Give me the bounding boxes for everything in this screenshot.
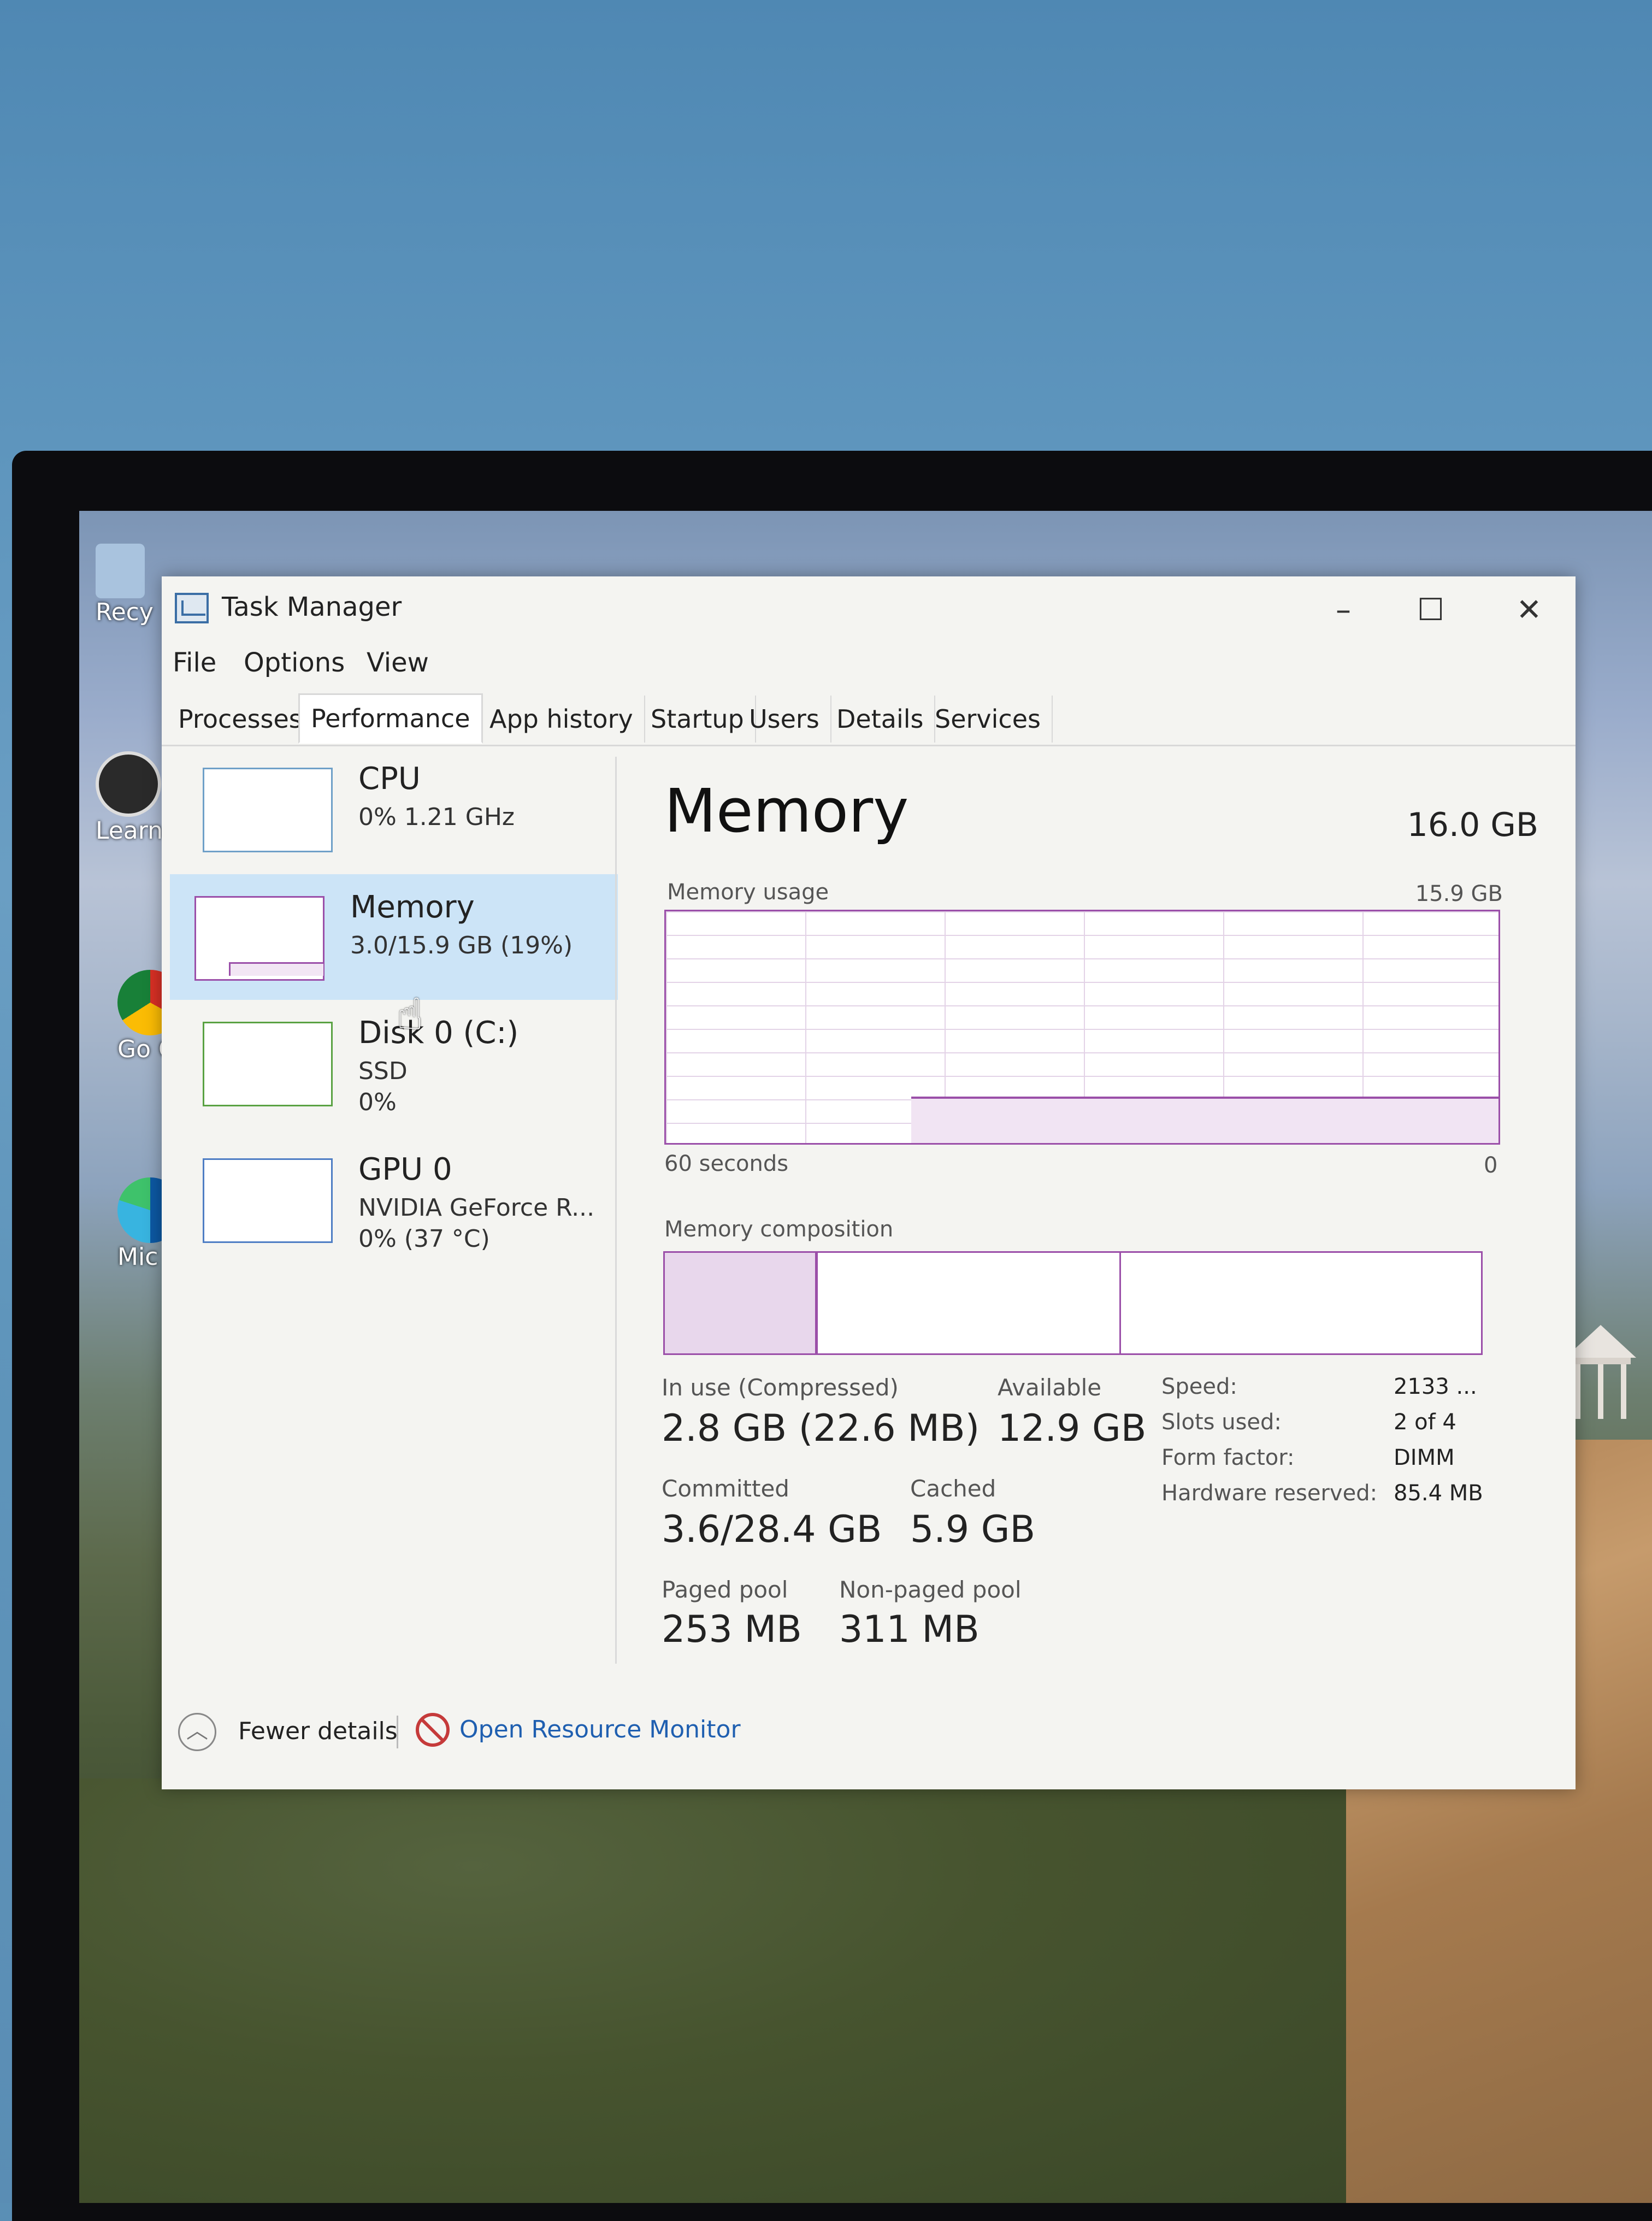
form-factor-value: DIMM	[1394, 1445, 1455, 1470]
resource-monitor-icon[interactable]	[416, 1713, 450, 1747]
menu-bar: File Options View	[162, 642, 1576, 686]
paged-pool-value: 253 MB	[662, 1608, 802, 1651]
task-manager-window: Task Manager – ☐ ✕ File Options View Pro…	[162, 576, 1576, 1789]
disk-thumbnail-graph	[203, 1022, 333, 1106]
tab-performance[interactable]: Performance	[298, 693, 483, 744]
available-value: 12.9 GB	[998, 1407, 1147, 1450]
memory-thumbnail-graph	[194, 896, 324, 981]
tab-bar: Processes Performance App history Startu…	[162, 693, 1576, 746]
performance-sidebar: CPU 0% 1.21 GHz Memory 3.0/15.9 GB (19%)…	[162, 746, 618, 1675]
tab-services[interactable]: Services	[924, 696, 1053, 743]
tab-users[interactable]: Users	[738, 696, 831, 743]
gpu-model: NVIDIA GeForce R...	[358, 1194, 595, 1222]
memory-detail-panel: Memory 16.0 GB Memory usage 15.9 GB 60 s…	[648, 746, 1566, 1675]
gpu-usage: 0% (37 °C)	[358, 1225, 490, 1253]
disk-label: Disk 0 (C:)	[358, 1015, 519, 1051]
sidebar-item-memory[interactable]: Memory 3.0/15.9 GB (19%)	[170, 874, 618, 1000]
wallpaper-hills	[79, 1778, 1390, 2203]
hardware-reserved-value: 85.4 MB	[1394, 1481, 1483, 1506]
speed-value: 2133 ...	[1394, 1374, 1477, 1399]
sidebar-item-cpu[interactable]: CPU 0% 1.21 GHz	[178, 746, 621, 871]
desktop-icon-recycle-bin[interactable]: Recy	[96, 544, 154, 626]
memory-usage: 3.0/15.9 GB (19%)	[350, 932, 573, 959]
committed-label: Committed	[662, 1475, 789, 1502]
minimize-button[interactable]: –	[1313, 588, 1373, 632]
composition-in-use	[665, 1253, 818, 1353]
composition-cached	[826, 1253, 1121, 1353]
fewer-details-button[interactable]: Fewer details	[238, 1717, 398, 1745]
menu-options[interactable]: Options	[244, 647, 345, 678]
disk-type: SSD	[358, 1057, 408, 1085]
sidebar-item-gpu[interactable]: GPU 0 NVIDIA GeForce R... 0% (37 °C)	[178, 1136, 621, 1262]
memory-usage-max: 15.9 GB	[1415, 881, 1503, 906]
hand-cursor-icon: ☝	[397, 989, 423, 1040]
memory-total: 16.0 GB	[1407, 806, 1538, 844]
memory-usage-graph	[664, 910, 1500, 1145]
committed-value: 3.6/28.4 GB	[662, 1508, 882, 1551]
learn-icon	[96, 751, 161, 817]
available-label: Available	[998, 1374, 1102, 1401]
speed-key: Speed:	[1161, 1374, 1237, 1399]
paged-pool-label: Paged pool	[662, 1576, 788, 1603]
menu-view[interactable]: View	[367, 647, 429, 678]
graph-time-left: 60 seconds	[664, 1151, 789, 1176]
memory-composition-bar	[663, 1251, 1483, 1355]
slots-key: Slots used:	[1161, 1410, 1282, 1435]
menu-file[interactable]: File	[173, 647, 216, 678]
memory-label: Memory	[350, 889, 475, 925]
slots-value: 2 of 4	[1394, 1410, 1456, 1435]
memory-usage-area	[911, 1097, 1498, 1143]
memory-composition-label: Memory composition	[664, 1217, 894, 1242]
cached-label: Cached	[910, 1475, 996, 1502]
memory-usage-label: Memory usage	[667, 880, 829, 905]
title-bar[interactable]: Task Manager – ☐ ✕	[162, 576, 1576, 642]
memory-title: Memory	[664, 776, 909, 846]
chevron-up-icon[interactable]: ︿	[178, 1713, 216, 1751]
recycle-bin-icon	[96, 544, 145, 598]
cpu-thumbnail-graph	[203, 768, 333, 852]
cpu-label: CPU	[358, 761, 421, 797]
cpu-usage: 0% 1.21 GHz	[358, 803, 515, 831]
tab-processes[interactable]: Processes	[167, 696, 314, 743]
gpu-thumbnail-graph	[203, 1158, 333, 1243]
non-paged-pool-label: Non-paged pool	[839, 1576, 1022, 1603]
gpu-label: GPU 0	[358, 1152, 452, 1187]
disk-usage: 0%	[358, 1088, 397, 1116]
hardware-reserved-key: Hardware reserved:	[1161, 1481, 1378, 1506]
task-manager-icon	[175, 593, 209, 623]
maximize-button[interactable]: ☐	[1401, 588, 1461, 632]
in-use-label: In use (Compressed)	[662, 1374, 899, 1401]
cached-value: 5.9 GB	[910, 1508, 1036, 1551]
tab-details[interactable]: Details	[825, 696, 936, 743]
form-factor-key: Form factor:	[1161, 1445, 1295, 1470]
footer-separator	[397, 1716, 398, 1748]
window-title: Task Manager	[222, 592, 402, 622]
in-use-value: 2.8 GB (22.6 MB)	[662, 1407, 980, 1450]
footer-bar: ︿ Fewer details Open Resource Monitor	[162, 1691, 1576, 1757]
close-button[interactable]: ✕	[1499, 588, 1559, 632]
open-resource-monitor-link[interactable]: Open Resource Monitor	[459, 1716, 741, 1743]
graph-time-right: 0	[1484, 1153, 1498, 1178]
tab-app-history[interactable]: App history	[479, 696, 645, 743]
sidebar-divider	[615, 757, 617, 1664]
non-paged-pool-value: 311 MB	[839, 1608, 980, 1651]
